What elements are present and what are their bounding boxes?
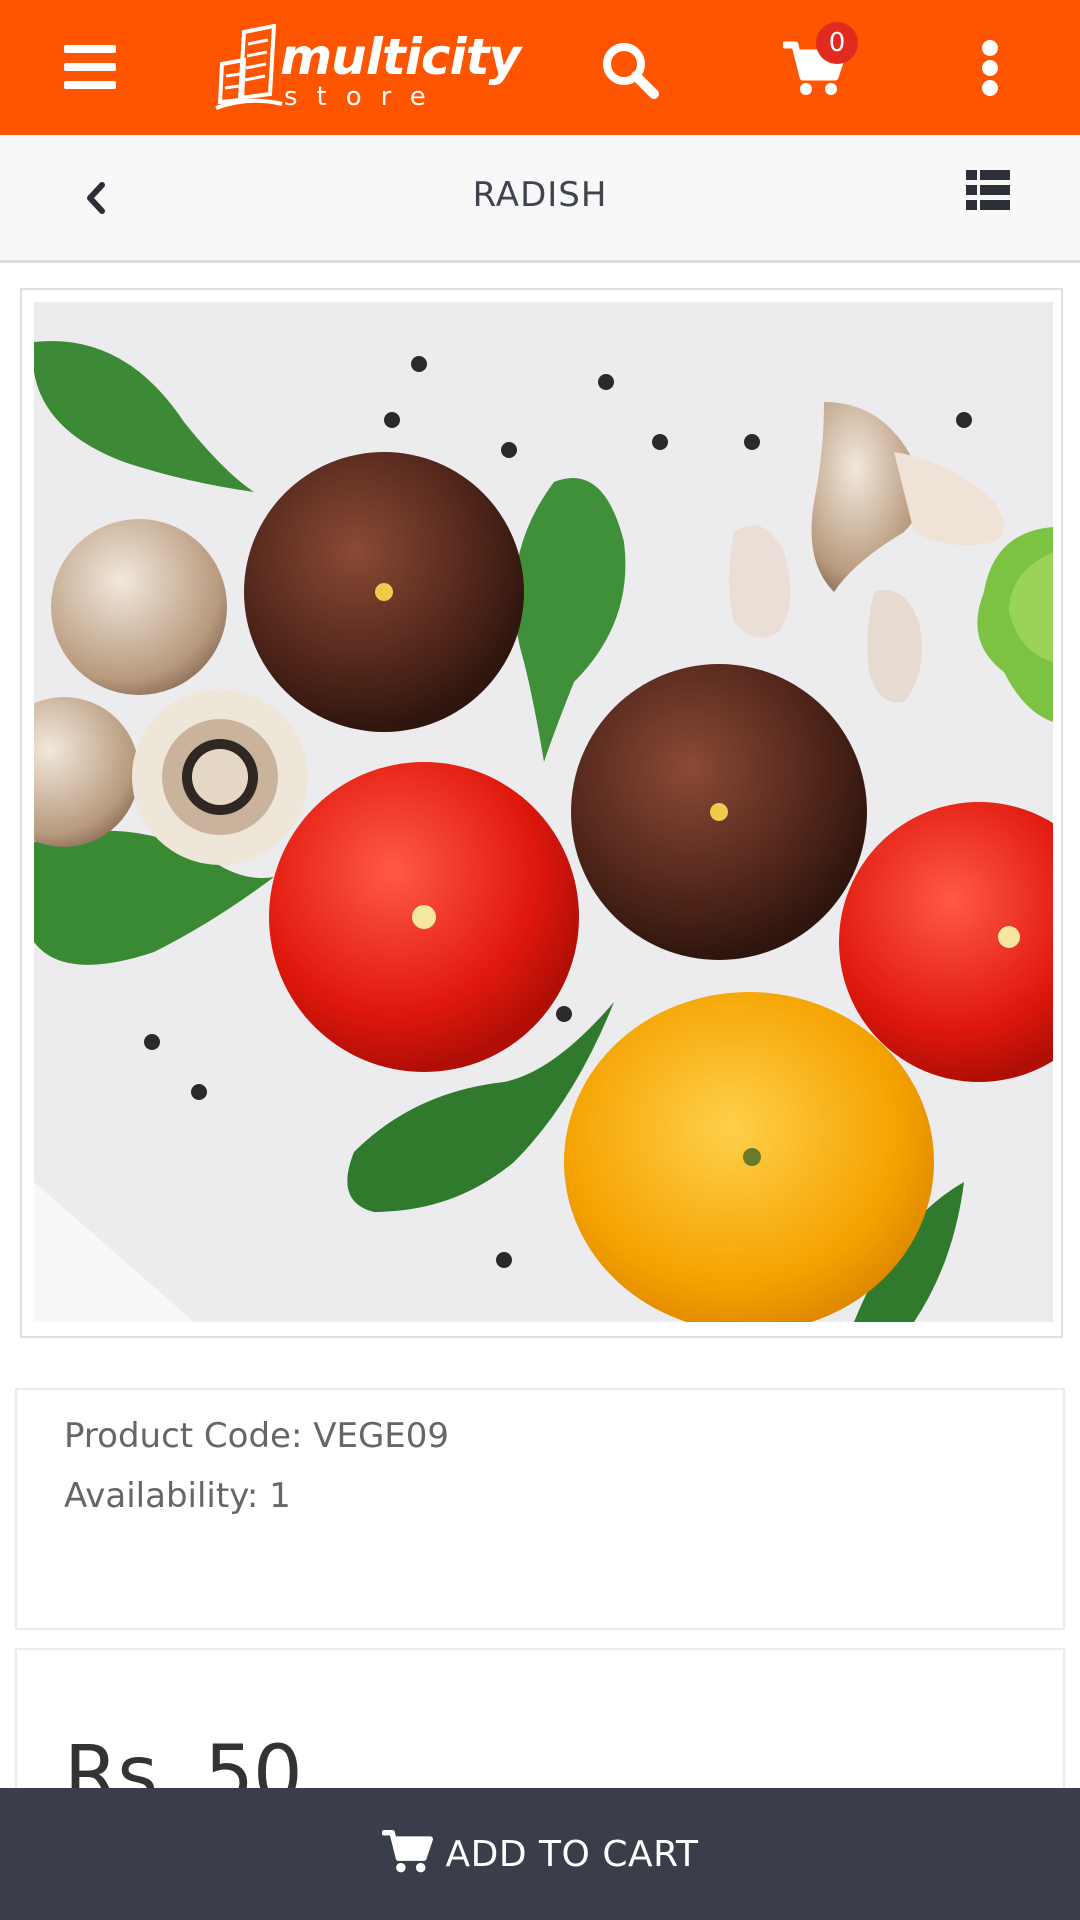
product-availability: Availability: 1 bbox=[64, 1476, 291, 1516]
search-icon[interactable] bbox=[590, 30, 670, 110]
more-vertical-icon[interactable] bbox=[960, 30, 1020, 106]
logo-subtext: store bbox=[284, 82, 445, 112]
cart-count-badge: 0 bbox=[816, 22, 858, 64]
product-code: Product Code: VEGE09 bbox=[64, 1416, 450, 1456]
hamburger-menu-icon[interactable] bbox=[55, 32, 125, 102]
product-image[interactable] bbox=[34, 302, 1053, 1322]
product-image-frame bbox=[20, 288, 1063, 1338]
store-logo[interactable]: multicity store bbox=[214, 20, 521, 115]
app-bar: multicity store 0 bbox=[0, 0, 1080, 135]
shopping-cart-icon bbox=[381, 1829, 433, 1873]
add-to-cart-button[interactable]: ADD TO CART bbox=[0, 1788, 1080, 1920]
product-info-card: Product Code: VEGE09 Availability: 1 bbox=[15, 1388, 1065, 1630]
list-view-icon[interactable] bbox=[966, 170, 1010, 214]
sub-header: RADISH bbox=[0, 135, 1080, 263]
logo-text: multicity bbox=[280, 28, 521, 86]
add-to-cart-label: ADD TO CART bbox=[445, 1833, 699, 1875]
building-logo-icon bbox=[215, 24, 283, 110]
page-title: RADISH bbox=[472, 175, 608, 215]
vegetables-illustration bbox=[34, 302, 1053, 1322]
